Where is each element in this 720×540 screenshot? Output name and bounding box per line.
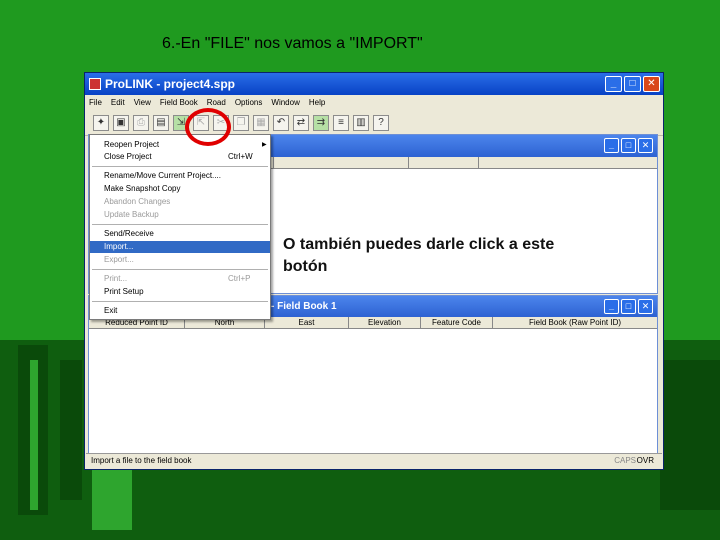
menu-item-update-backup: Update Backup xyxy=(104,210,159,219)
column-header[interactable]: East xyxy=(265,317,349,328)
menu-view[interactable]: View xyxy=(134,98,151,107)
menu-options[interactable]: Options xyxy=(235,98,263,107)
field-book-close-button[interactable]: ✕ xyxy=(638,299,653,314)
menu-separator xyxy=(92,224,268,225)
ovr-indicator: OVR xyxy=(636,456,654,465)
menu-separator xyxy=(92,166,268,167)
column-header[interactable]: Feature Code xyxy=(421,317,493,328)
field-book-controls: _ □ ✕ xyxy=(604,299,653,314)
menu-item-abandon-changes: Abandon Changes xyxy=(104,197,171,206)
bg-bar xyxy=(660,360,720,510)
menu-item-print-setup[interactable]: Print Setup xyxy=(90,286,270,298)
transfer-icon[interactable]: ⇉ xyxy=(313,114,329,131)
child-close-button[interactable]: ✕ xyxy=(638,138,653,153)
menu-item-snapshot-copy[interactable]: Make Snapshot Copy xyxy=(90,183,270,195)
menu-separator xyxy=(92,301,268,302)
bg-bar xyxy=(60,360,82,500)
window-controls: _ □ ✕ xyxy=(605,76,660,92)
field-book-icon[interactable]: ▤ xyxy=(153,114,169,131)
child-window-controls: _ □ ✕ xyxy=(604,138,653,153)
window-title: ProLINK - project4.spp xyxy=(105,77,236,91)
menu-file[interactable]: File xyxy=(89,98,102,107)
new-project-icon[interactable]: ✦ xyxy=(93,114,109,131)
submenu-arrow-icon: ▶ xyxy=(262,142,267,148)
column-header[interactable]: Field Book (Raw Point ID) xyxy=(493,317,657,328)
window-titlebar[interactable]: ProLINK - project4.spp xyxy=(85,73,663,95)
list-icon[interactable]: ≡ xyxy=(333,114,349,131)
annotation-text: O también puedes darle click a este botó… xyxy=(283,236,555,275)
menu-bar: File Edit View Field Book Road Options W… xyxy=(85,95,663,110)
menu-item-import[interactable]: Import... xyxy=(90,241,270,253)
menu-item-exit[interactable]: Exit xyxy=(90,305,270,317)
status-bar: Import a file to the field book CAPS OVR xyxy=(86,453,662,467)
menu-item-export: Export... xyxy=(104,255,134,264)
copy-icon[interactable]: ❐ xyxy=(233,114,249,131)
field-book-minimize-button[interactable]: _ xyxy=(604,299,619,314)
slide-title: 6.-En "FILE" nos vamos a "IMPORT" xyxy=(162,35,423,52)
send-receive-icon[interactable]: ⇄ xyxy=(293,114,309,131)
report-icon[interactable]: ▥ xyxy=(353,114,369,131)
menu-item-reopen-project[interactable]: Reopen Project ▶ xyxy=(90,139,270,151)
grid-col xyxy=(274,157,409,168)
close-button[interactable]: ✕ xyxy=(643,76,660,92)
bg-bar xyxy=(92,470,132,530)
column-header[interactable]: Elevation xyxy=(349,317,421,328)
menu-item-close-project[interactable]: Close Project Ctrl+W xyxy=(90,151,270,163)
help-icon[interactable]: ? xyxy=(373,114,389,131)
app-icon xyxy=(89,78,101,90)
paste-icon[interactable]: ▦ xyxy=(253,114,269,131)
maximize-button[interactable]: □ xyxy=(624,76,641,92)
menu-item-rename-move[interactable]: Rename/Move Current Project.... xyxy=(90,170,270,182)
field-book-maximize-button[interactable]: □ xyxy=(621,299,636,314)
status-text: Import a file to the field book xyxy=(91,456,192,465)
menu-help[interactable]: Help xyxy=(309,98,325,107)
grid-col xyxy=(409,157,479,168)
field-book-title: - Field Book 1 xyxy=(271,301,337,312)
child-minimize-button[interactable]: _ xyxy=(604,138,619,153)
toolbar: ✦ ▣ ⎙ ▤ ⇲ ⇱ ✂ ❐ ▦ ↶ ⇄ ⇉ ≡ ▥ ? xyxy=(85,110,663,136)
highlight-circle xyxy=(185,108,231,146)
child-maximize-button[interactable]: □ xyxy=(621,138,636,153)
open-project-icon[interactable]: ▣ xyxy=(113,114,129,131)
menu-item-send-receive[interactable]: Send/Receive xyxy=(90,228,270,240)
menu-separator xyxy=(92,269,268,270)
caps-indicator: CAPS xyxy=(614,456,636,465)
menu-edit[interactable]: Edit xyxy=(111,98,125,107)
menu-road[interactable]: Road xyxy=(207,98,226,107)
minimize-button[interactable]: _ xyxy=(605,76,622,92)
menu-field-book[interactable]: Field Book xyxy=(160,98,198,107)
undo-icon[interactable]: ↶ xyxy=(273,114,289,131)
file-menu: Reopen Project ▶ Close Project Ctrl+W Re… xyxy=(89,134,271,320)
menu-window[interactable]: Window xyxy=(271,98,299,107)
bg-bar xyxy=(30,360,38,510)
menu-item-print: Print... Ctrl+P xyxy=(104,274,251,283)
print-icon[interactable]: ⎙ xyxy=(133,114,149,131)
grid-col xyxy=(479,157,657,168)
